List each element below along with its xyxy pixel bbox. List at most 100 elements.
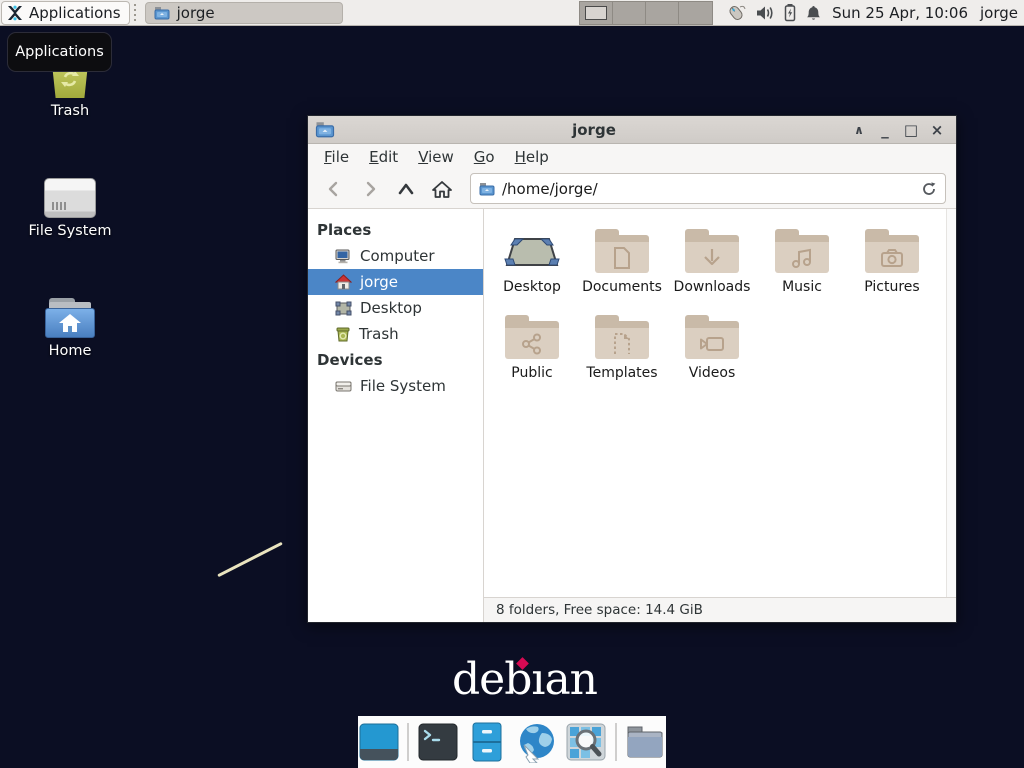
workspace-window-thumb xyxy=(585,6,607,20)
app-finder-launcher[interactable] xyxy=(566,721,607,763)
show-desktop-button[interactable] xyxy=(358,721,399,763)
file-pane[interactable]: Desktop Documents xyxy=(484,209,956,597)
file-item-public[interactable]: Public xyxy=(488,311,576,381)
folder-icon-videos xyxy=(685,315,739,359)
sidebar-item-home[interactable]: jorge xyxy=(308,269,483,295)
file-manager-launcher[interactable] xyxy=(625,721,666,763)
home-place-icon xyxy=(335,274,352,290)
vertical-scrollbar[interactable] xyxy=(946,209,956,597)
shade-button[interactable]: ∧ xyxy=(848,119,870,141)
taskbar-folder-icon xyxy=(154,6,170,20)
workspace-4[interactable] xyxy=(679,2,712,24)
file-manager-icon xyxy=(625,724,665,760)
file-item-desktop[interactable]: Desktop xyxy=(488,225,576,295)
panel-clock[interactable]: Sun 25 Apr, 10:06 xyxy=(832,4,968,22)
folder-icon-documents xyxy=(595,229,649,273)
folder-icon-downloads xyxy=(685,229,739,273)
computer-icon xyxy=(335,249,352,264)
home-button[interactable] xyxy=(426,174,458,204)
window-body: Places Computer jorge xyxy=(308,209,956,622)
top-panel: Applications jorge xyxy=(0,0,1024,26)
system-tray xyxy=(725,3,822,23)
sidebar-header-devices: Devices xyxy=(308,347,483,373)
dock-separator xyxy=(407,723,409,761)
file-grid: Desktop Documents xyxy=(484,209,956,381)
file-item-music[interactable]: Music xyxy=(758,225,846,295)
menu-help[interactable]: Help xyxy=(505,148,559,166)
panel-username[interactable]: jorge xyxy=(980,4,1018,22)
panel-drag-handle[interactable] xyxy=(132,4,139,22)
file-area: Desktop Documents xyxy=(484,209,956,622)
drive-icon xyxy=(335,379,352,393)
file-label: Pictures xyxy=(848,279,936,295)
web-browser-launcher[interactable] xyxy=(516,721,558,763)
menubar: File Edit View Go Help xyxy=(308,144,956,169)
desktop-item-icon xyxy=(503,233,561,273)
reload-icon xyxy=(921,181,937,197)
folder-icon-public xyxy=(505,315,559,359)
sidebar-label-home: jorge xyxy=(360,273,398,291)
speaker-icon[interactable] xyxy=(755,4,775,22)
reload-button[interactable] xyxy=(921,181,937,197)
drive-vents xyxy=(52,202,68,210)
minimize-button[interactable]: _ xyxy=(874,119,896,141)
filesystem-label: File System xyxy=(15,223,125,239)
applications-tooltip: Applications xyxy=(7,32,112,72)
sidebar-item-desktop[interactable]: Desktop xyxy=(308,295,483,321)
home-folder-icon xyxy=(45,298,95,338)
bell-icon[interactable] xyxy=(805,4,822,22)
sidebar-label-filesystem: File System xyxy=(360,377,446,395)
file-item-videos[interactable]: Videos xyxy=(668,311,756,381)
forward-icon xyxy=(362,181,378,197)
applications-menu-button[interactable]: Applications xyxy=(1,1,130,25)
close-button[interactable]: × xyxy=(926,119,948,141)
workspace-3[interactable] xyxy=(646,2,679,24)
path-input[interactable]: /home/jorge/ xyxy=(502,180,914,198)
mouse-icon[interactable] xyxy=(725,3,747,23)
file-item-documents[interactable]: Documents xyxy=(578,225,666,295)
menu-view[interactable]: View xyxy=(408,148,464,166)
file-label: Documents xyxy=(578,279,666,295)
window-titlebar[interactable]: jorge ∧ _ □ × xyxy=(308,116,956,144)
sidebar-label-trash: Trash xyxy=(359,325,399,343)
show-desktop-icon xyxy=(359,723,399,761)
file-label: Templates xyxy=(578,365,666,381)
sidebar-item-computer[interactable]: Computer xyxy=(308,243,483,269)
location-bar[interactable]: /home/jorge/ xyxy=(470,173,946,204)
file-item-downloads[interactable]: Downloads xyxy=(668,225,756,295)
trash-place-icon xyxy=(335,326,351,342)
statusbar: 8 folders, Free space: 14.4 GiB xyxy=(484,597,956,622)
sidebar-item-filesystem[interactable]: File System xyxy=(308,373,483,399)
maximize-button[interactable]: □ xyxy=(900,119,922,141)
file-label: Public xyxy=(488,365,576,381)
file-cabinet-launcher[interactable] xyxy=(466,721,507,763)
desktop-icon-filesystem[interactable]: File System xyxy=(15,168,125,239)
taskbar-window-button[interactable]: jorge xyxy=(145,2,343,24)
workspace-pager[interactable] xyxy=(579,1,713,25)
file-item-pictures[interactable]: Pictures xyxy=(848,225,936,295)
up-button[interactable] xyxy=(390,174,422,204)
tooltip-text: Applications xyxy=(15,44,104,60)
file-label: Downloads xyxy=(668,279,756,295)
sidebar-item-trash[interactable]: Trash xyxy=(308,321,483,347)
file-item-templates[interactable]: Templates xyxy=(578,311,666,381)
back-button[interactable] xyxy=(318,174,350,204)
terminal-icon xyxy=(418,723,458,761)
forward-button[interactable] xyxy=(354,174,386,204)
sidebar-label-desktop: Desktop xyxy=(360,299,422,317)
back-icon xyxy=(326,181,342,197)
menu-file[interactable]: File xyxy=(314,148,359,166)
desktop-icon-home[interactable]: Home xyxy=(15,288,125,359)
folder-icon-templates xyxy=(595,315,649,359)
web-browser-icon xyxy=(516,721,558,763)
window-controls: ∧ _ □ × xyxy=(846,119,956,141)
menu-edit[interactable]: Edit xyxy=(359,148,408,166)
menu-go[interactable]: Go xyxy=(464,148,505,166)
file-label: Music xyxy=(758,279,846,295)
home-icon xyxy=(432,180,452,198)
workspace-1[interactable] xyxy=(580,2,613,24)
workspace-2[interactable] xyxy=(613,2,646,24)
terminal-launcher[interactable] xyxy=(417,721,458,763)
folder-icon-pictures xyxy=(865,229,919,273)
battery-icon[interactable] xyxy=(783,3,797,22)
